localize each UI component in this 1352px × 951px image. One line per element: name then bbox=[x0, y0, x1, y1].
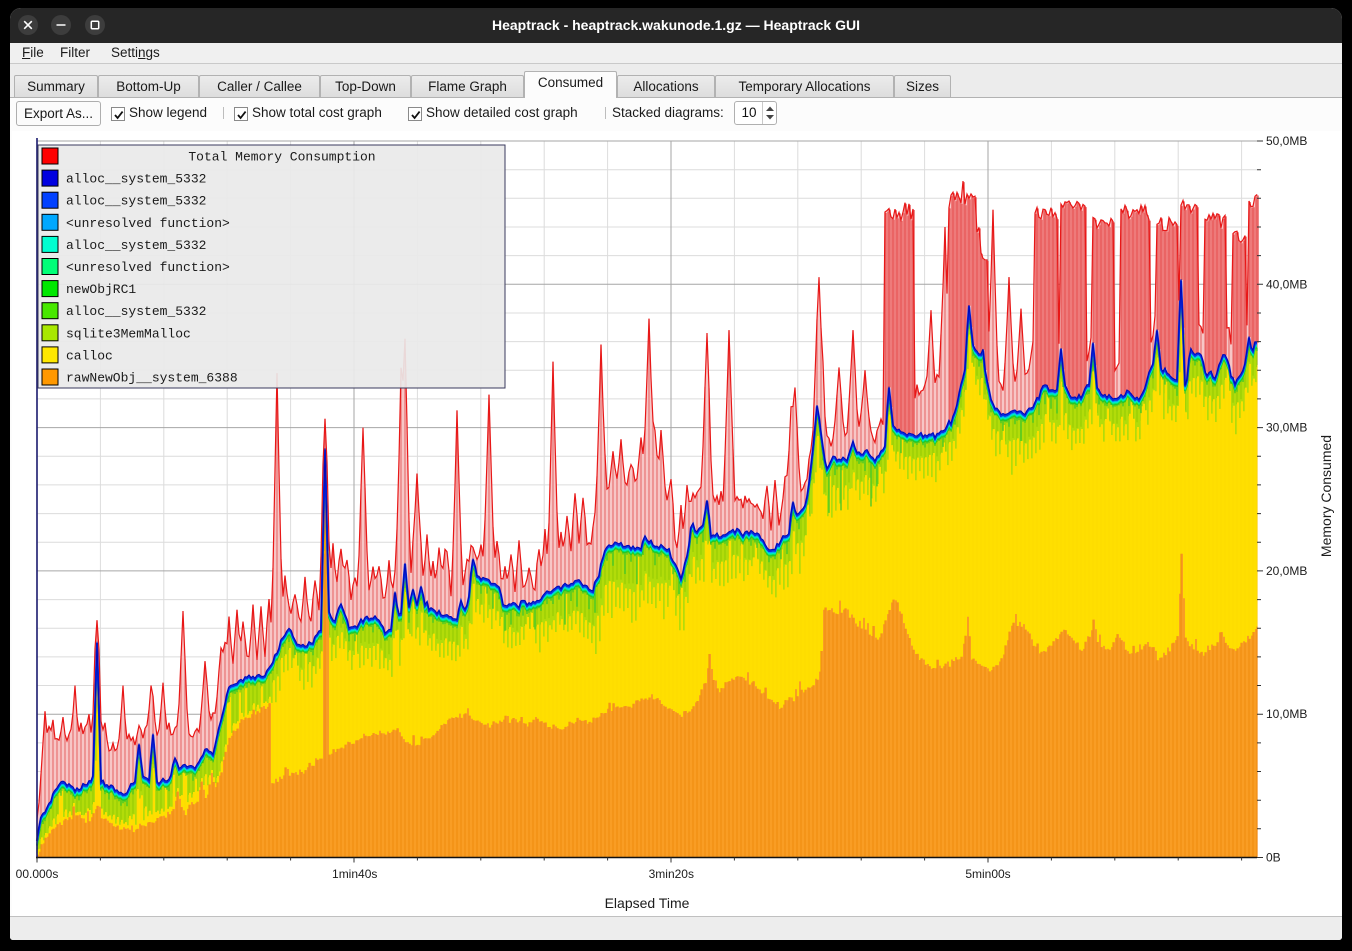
svg-text:00.000s: 00.000s bbox=[16, 867, 59, 881]
svg-text:alloc__system_5332: alloc__system_5332 bbox=[66, 304, 206, 319]
svg-text:alloc__system_5332: alloc__system_5332 bbox=[66, 194, 206, 209]
svg-text:alloc__system_5332: alloc__system_5332 bbox=[66, 238, 206, 253]
svg-text:sqlite3MemMalloc: sqlite3MemMalloc bbox=[66, 326, 191, 341]
svg-text:<unresolved function>: <unresolved function> bbox=[66, 260, 230, 275]
svg-text:20,0MB: 20,0MB bbox=[1266, 564, 1307, 578]
svg-text:3min20s: 3min20s bbox=[649, 867, 694, 881]
svg-text:30,0MB: 30,0MB bbox=[1266, 421, 1307, 435]
svg-text:40,0MB: 40,0MB bbox=[1266, 277, 1307, 291]
svg-text:0B: 0B bbox=[1266, 851, 1281, 865]
svg-text:alloc__system_5332: alloc__system_5332 bbox=[66, 172, 206, 187]
svg-text:rawNewObj__system_6388: rawNewObj__system_6388 bbox=[66, 371, 238, 386]
svg-text:10,0MB: 10,0MB bbox=[1266, 707, 1307, 721]
svg-text:<unresolved function>: <unresolved function> bbox=[66, 216, 230, 231]
svg-text:calloc: calloc bbox=[66, 348, 113, 363]
svg-text:5min00s: 5min00s bbox=[965, 867, 1010, 881]
svg-text:1min40s: 1min40s bbox=[332, 867, 377, 881]
svg-text:Total Memory Consumption: Total Memory Consumption bbox=[188, 150, 375, 165]
svg-text:newObjRC1: newObjRC1 bbox=[66, 282, 136, 297]
svg-text:Memory Consumed: Memory Consumed bbox=[1318, 435, 1334, 557]
svg-text:50,0MB: 50,0MB bbox=[1266, 134, 1307, 148]
svg-text:Elapsed Time: Elapsed Time bbox=[605, 895, 690, 911]
